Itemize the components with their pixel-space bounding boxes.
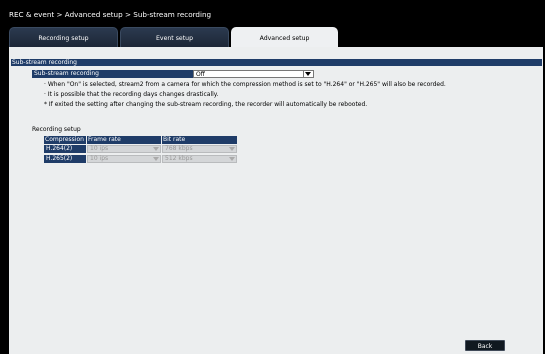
tab-recording-setup[interactable]: Recording setup [9,27,118,48]
table-row-compression: H.265(2) [44,155,86,163]
table-row-compression: H.264(2) [44,145,86,153]
tab-advanced-setup[interactable]: Advanced setup [231,27,338,48]
frame-rate-value: 10 ips [90,145,109,152]
bit-rate-value: 512 kbps [165,155,193,162]
tab-strip: Recording setup Event setup Advanced set… [0,24,545,48]
chevron-down-icon [153,156,159,162]
sub-stream-recording-label: Sub-stream recording [32,70,193,78]
bit-rate-select: 512 kbps [162,155,237,163]
frame-rate-select: 10 ips [87,145,161,153]
chevron-down-icon [229,156,235,162]
back-button[interactable]: Back [465,340,505,351]
recording-setup-title: Recording setup [32,126,81,133]
note-reboot: * If exited the setting after changing t… [44,101,368,108]
chevron-down-icon [229,146,235,152]
frame-rate-value: 10 ips [90,155,109,162]
bit-rate-value: 768 kbps [165,145,193,152]
chevron-down-icon [153,146,159,152]
sub-stream-recording-value: Off [196,71,205,78]
frame-rate-select: 10 ips [87,155,161,163]
bit-rate-select: 768 kbps [162,145,237,153]
note-stream2: · When "On" is selected, stream2 from a … [44,81,446,88]
chevron-down-icon[interactable] [303,71,312,77]
tab-event-setup[interactable]: Event setup [120,27,229,48]
section-title: Sub-stream recording [11,59,542,66]
column-header-compression: Compression [44,136,86,144]
column-header-bit-rate: Bit rate [162,136,237,144]
note-recording-days: · It is possible that the recording days… [44,91,219,98]
column-header-frame-rate: Frame rate [87,136,161,144]
sub-stream-recording-select[interactable]: Off [193,70,314,78]
